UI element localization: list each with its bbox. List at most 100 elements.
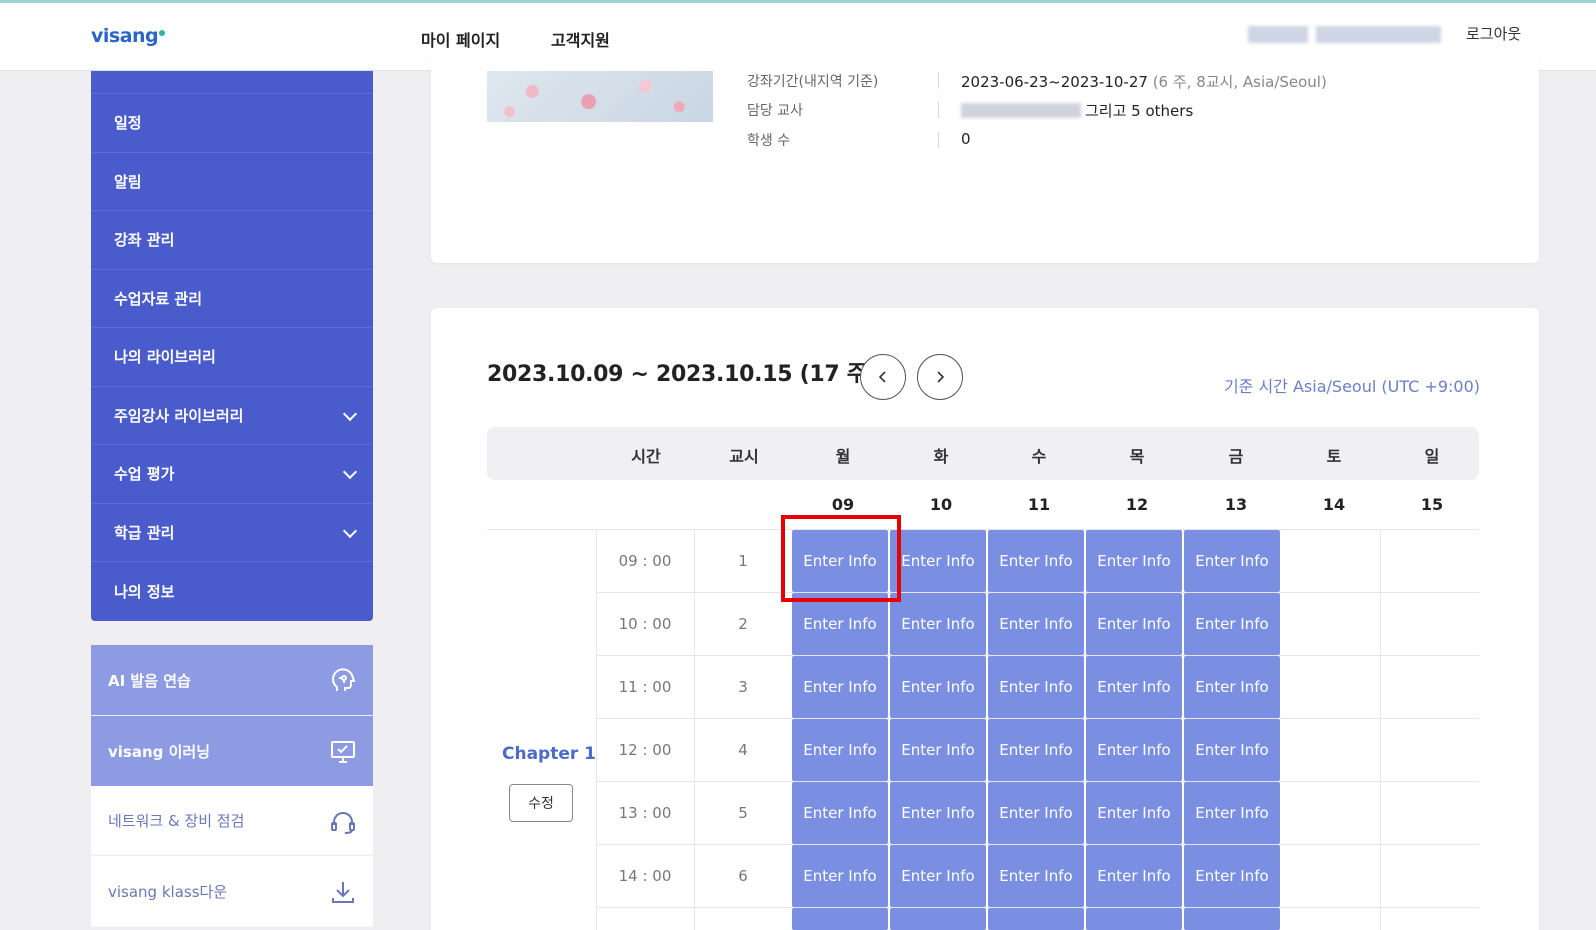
slot-enter-info[interactable]: Enter Info — [1086, 656, 1182, 718]
logout-button[interactable]: 로그아웃 — [1466, 23, 1521, 44]
slot-enter-info[interactable]: Enter Info — [988, 530, 1084, 592]
col-day-tue: 화 — [933, 447, 949, 466]
prev-week-button[interactable] — [860, 354, 906, 400]
visang-logo[interactable]: visang — [91, 25, 166, 47]
slot-enter-info[interactable]: Enter Info — [792, 719, 888, 781]
sidebar-item-label: 나의 정보 — [114, 582, 175, 601]
slot-enter-info[interactable]: Enter Info — [1184, 530, 1280, 592]
nav-customer-support[interactable]: 고객지원 — [551, 27, 610, 51]
slot-partial[interactable] — [890, 908, 986, 930]
nav-my-page[interactable]: 마이 페이지 — [421, 27, 500, 51]
period-cell: 3 — [738, 678, 748, 696]
sidebar-item-my-info[interactable]: 나의 정보 — [91, 562, 373, 621]
chevron-down-icon[interactable] — [342, 464, 358, 480]
slot-enter-info[interactable]: Enter Info — [988, 845, 1084, 907]
slot-partial[interactable] — [792, 908, 888, 930]
quick-link-label: visang 이러닝 — [108, 742, 211, 761]
period-cell: 2 — [738, 615, 748, 633]
sidebar-item-label: 수업 평가 — [114, 465, 175, 484]
slot-enter-info[interactable]: Enter Info — [792, 593, 888, 655]
quick-link-visang-elearning[interactable]: visang 이러닝 — [91, 716, 373, 786]
slot-enter-info[interactable]: Enter Info — [890, 719, 986, 781]
sidebar-item-label: 알림 — [114, 172, 142, 191]
slot-partial[interactable] — [1086, 908, 1182, 930]
slot-enter-info[interactable]: Enter Info — [1184, 782, 1280, 844]
week-title: 2023.10.09 ~ 2023.10.15 (17 주) — [487, 362, 877, 387]
chevron-left-icon — [878, 371, 886, 383]
period-dates: 2023-06-23~2023-10-27 — [961, 73, 1148, 91]
slot-enter-info[interactable]: Enter Info — [1086, 719, 1182, 781]
sidebar-item-materials[interactable]: 수업자료 관리 — [91, 270, 373, 328]
sidebar-item-evaluation[interactable]: 수업 평가 — [91, 445, 373, 504]
slot-enter-info[interactable]: Enter Info — [890, 782, 986, 844]
slot-enter-info[interactable]: Enter Info — [792, 845, 888, 907]
time-cell: 09 : 00 — [618, 552, 672, 570]
sidebar-menu: 일정 알림 강좌 관리 수업자료 관리 나의 라이브러리 주임강사 라이브러리 … — [91, 71, 373, 621]
sidebar-item-label: 나의 라이브러리 — [114, 348, 216, 367]
sidebar-item-notifications[interactable]: 알림 — [91, 153, 373, 211]
slot-enter-info[interactable]: Enter Info — [890, 530, 986, 592]
time-cell: 11 : 00 — [618, 678, 672, 696]
sidebar-item-class-management[interactable]: 학급 관리 — [91, 504, 373, 562]
slot-enter-info[interactable]: Enter Info — [1184, 719, 1280, 781]
period-cell: 4 — [738, 741, 748, 759]
chevron-down-icon[interactable] — [342, 523, 358, 538]
slot-enter-info[interactable]: Enter Info — [792, 782, 888, 844]
quick-link-network-check[interactable]: 네트워크 & 장비 점검 — [91, 786, 373, 856]
time-cell: 12 : 00 — [618, 741, 672, 759]
slot-enter-info[interactable]: Enter Info — [988, 719, 1084, 781]
slot-enter-info[interactable]: Enter Info — [890, 656, 986, 718]
quick-link-klass-download[interactable]: visang klass다운 — [91, 856, 373, 928]
sidebar-item-label: 수업자료 관리 — [114, 289, 203, 308]
sidebar-item-lead-library[interactable]: 주임강사 라이브러리 — [91, 387, 373, 445]
user-email-redacted — [1316, 26, 1441, 43]
slot-enter-info[interactable]: Enter Info — [1086, 782, 1182, 844]
headset-icon — [331, 812, 355, 834]
slot-enter-info[interactable]: Enter Info — [1184, 656, 1280, 718]
date-sat: 14 — [1322, 495, 1346, 514]
slot-enter-info[interactable]: Enter Info — [890, 593, 986, 655]
sidebar-item-my-library[interactable]: 나의 라이브러리 — [91, 328, 373, 387]
slot-enter-info[interactable]: Enter Info — [1086, 593, 1182, 655]
user-name-redacted — [1248, 26, 1308, 43]
slot-enter-info[interactable]: Enter Info — [1086, 845, 1182, 907]
slot-partial[interactable] — [1184, 908, 1280, 930]
slot-enter-info[interactable]: Enter Info — [1086, 530, 1182, 592]
students-label: 학생 수 — [747, 133, 791, 149]
chevron-down-icon[interactable] — [342, 406, 358, 421]
sidebar-item-label: 강좌 관리 — [114, 231, 175, 250]
sidebar-item-label: 학급 관리 — [114, 523, 175, 542]
slot-enter-info[interactable]: Enter Info — [988, 782, 1084, 844]
period-cell: 5 — [738, 804, 748, 822]
schedule-table-header: 시간 교시 월 화 수 목 금 토 일 — [487, 427, 1479, 480]
divider — [938, 102, 939, 118]
sidebar-item-schedule[interactable]: 일정 — [91, 94, 373, 153]
time-cell: 13 : 00 — [618, 804, 672, 822]
logo-text: visang — [91, 25, 159, 47]
period-value: 2023-06-23~2023-10-27 (6 주, 8교시, Asia/Se… — [961, 71, 1327, 92]
teacher-value: 그리고 5 others — [961, 100, 1193, 121]
monitor-check-icon — [331, 741, 355, 763]
slot-partial[interactable] — [988, 908, 1084, 930]
slot-enter-info[interactable]: Enter Info — [890, 845, 986, 907]
quick-link-label: visang klass다운 — [108, 883, 228, 901]
next-week-button[interactable] — [917, 354, 963, 400]
edit-button[interactable]: 수정 — [509, 784, 573, 822]
sidebar-item-cutoff[interactable] — [91, 71, 373, 94]
sidebar-item-label: 일정 — [114, 114, 142, 133]
sidebar-item-course-management[interactable]: 강좌 관리 — [91, 211, 373, 270]
slot-enter-info[interactable]: Enter Info — [1184, 593, 1280, 655]
quick-link-label: 네트워크 & 장비 점검 — [108, 812, 245, 830]
slot-enter-info[interactable]: Enter Info — [1184, 845, 1280, 907]
time-cell: 10 : 00 — [618, 615, 672, 633]
slot-enter-info[interactable]: Enter Info — [792, 656, 888, 718]
date-thu: 12 — [1125, 495, 1149, 514]
col-divider — [1380, 529, 1381, 930]
quick-link-ai-pronunciation[interactable]: AI 발음 연습 — [91, 645, 373, 715]
slot-enter-info[interactable]: Enter Info — [988, 656, 1084, 718]
slot-enter-info[interactable]: Enter Info — [988, 593, 1084, 655]
col-day-mon: 월 — [835, 447, 851, 466]
timezone-label: 기준 시간 Asia/Seoul (UTC +9:00) — [1223, 377, 1480, 396]
students-value: 0 — [961, 130, 971, 148]
download-icon — [332, 882, 354, 903]
